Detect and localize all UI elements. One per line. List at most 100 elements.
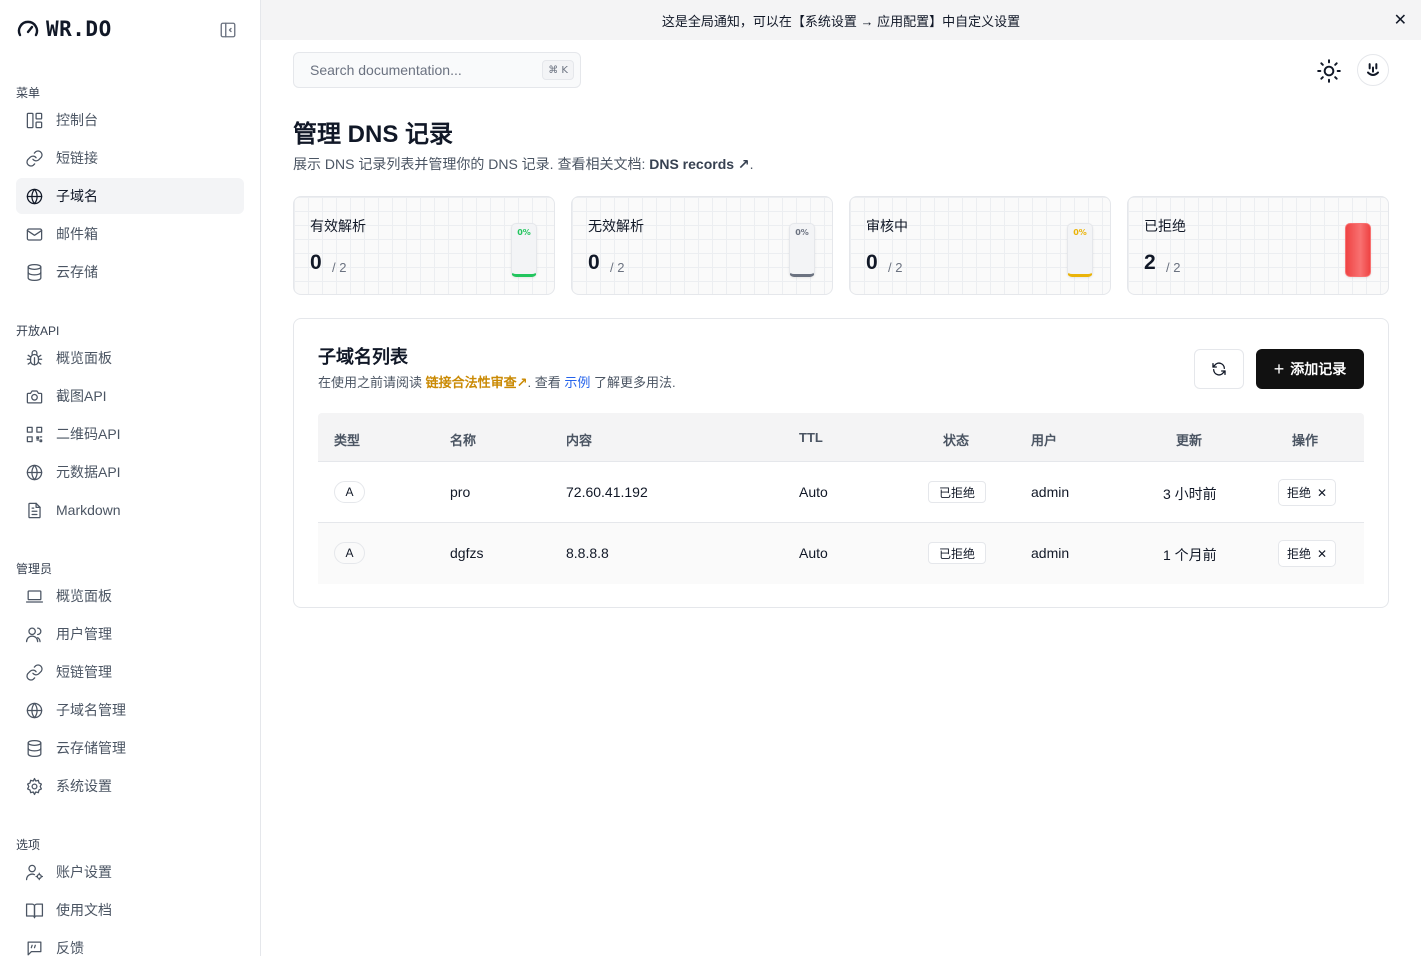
sidebar-item-label: 反馈 bbox=[56, 940, 84, 956]
close-icon[interactable]: ✕ bbox=[1394, 10, 1407, 30]
stat-value: 0 bbox=[588, 251, 600, 274]
column-header-type: 类型 bbox=[334, 433, 361, 448]
sidebar-item-label: 云存储管理 bbox=[56, 740, 126, 756]
table-row: A pro 72.60.41.192 Auto 已拒绝 admin 3 小时前 … bbox=[318, 462, 1364, 523]
status-badge: 已拒绝 bbox=[928, 481, 987, 503]
stat-label: 已拒绝 bbox=[1144, 218, 1186, 234]
subdomain-list-card: 子域名列表 在使用之前请阅读 链接合法性审查↗. 查看 示例 了解更多用法. +… bbox=[293, 318, 1389, 608]
column-header-name: 名称 bbox=[450, 433, 477, 448]
sidebar-item-subdomains[interactable]: 子域名 bbox=[16, 178, 244, 214]
section-title-admin: 管理员 bbox=[16, 562, 53, 576]
sidebar-item-docs[interactable]: 使用文档 bbox=[16, 892, 244, 928]
column-header-user: 用户 bbox=[1031, 433, 1058, 448]
theme-toggle-sun-icon[interactable] bbox=[1316, 58, 1342, 84]
sidebar-item-label: 邮件箱 bbox=[56, 226, 98, 242]
reject-button[interactable]: 拒绝 ✕ bbox=[1278, 479, 1337, 506]
sidebar-item-storage-management[interactable]: 云存储管理 bbox=[16, 730, 244, 766]
sidebar-item-dashboard[interactable]: 控制台 bbox=[16, 102, 244, 138]
qrcode-icon bbox=[24, 424, 44, 444]
column-header-content: 内容 bbox=[566, 433, 593, 448]
record-ttl: Auto bbox=[799, 484, 828, 500]
page-desc-suffix: . bbox=[749, 156, 754, 172]
add-record-label: 添加记录 bbox=[1290, 361, 1347, 377]
sidebar-item-markdown[interactable]: Markdown bbox=[16, 492, 244, 528]
globe-icon bbox=[24, 462, 44, 482]
stat-level-cylinder bbox=[1345, 223, 1371, 277]
sidebar-item-storage[interactable]: 云存储 bbox=[16, 254, 244, 290]
example-link[interactable]: 示例 bbox=[564, 375, 590, 390]
reject-button[interactable]: 拒绝 ✕ bbox=[1278, 540, 1337, 567]
stat-level-cylinder: 0% bbox=[511, 223, 537, 277]
section-title-menu: 菜单 bbox=[16, 86, 41, 100]
sidebar-item-label: 使用文档 bbox=[56, 902, 112, 918]
bug-icon bbox=[24, 348, 44, 368]
camera-icon bbox=[24, 386, 44, 406]
globe-icon bbox=[24, 186, 44, 206]
refresh-button[interactable] bbox=[1194, 349, 1244, 389]
column-header-status: 状态 bbox=[943, 433, 970, 448]
sidebar-item-feedback[interactable]: 反馈 bbox=[16, 930, 244, 956]
sidebar-item-label: 二维码API bbox=[56, 426, 121, 442]
sidebar-item-api-overview[interactable]: 概览面板 bbox=[16, 340, 244, 376]
status-badge: 已拒绝 bbox=[928, 542, 987, 564]
dns-records-doc-link[interactable]: DNS records ↗ bbox=[649, 156, 749, 172]
sidebar-item-short-links[interactable]: 短链接 bbox=[16, 140, 244, 176]
sidebar-item-screenshot-api[interactable]: 截图API bbox=[16, 378, 244, 414]
record-content: 8.8.8.8 bbox=[566, 545, 609, 561]
record-name: dgfzs bbox=[450, 545, 484, 561]
record-updated: 1 个月前 bbox=[1163, 547, 1217, 563]
stat-label: 有效解析 bbox=[310, 218, 366, 234]
database-icon bbox=[24, 262, 44, 282]
sidebar-item-label: 元数据API bbox=[56, 464, 121, 480]
section-title-options: 选项 bbox=[16, 838, 41, 852]
logo[interactable]: WR.DO bbox=[16, 17, 112, 41]
sidebar-item-mailbox[interactable]: 邮件箱 bbox=[16, 216, 244, 252]
sidebar-item-label: 子域名 bbox=[56, 188, 98, 204]
gear-icon bbox=[24, 776, 44, 796]
table-desc-text: 在使用之前请阅读 bbox=[318, 375, 426, 390]
global-notice-bar: 这是全局通知，可以在【系统设置 → 应用配置】中自定义设置 ✕ bbox=[261, 0, 1421, 40]
table-title: 子域名列表 bbox=[318, 347, 408, 367]
plus-icon: + bbox=[1273, 359, 1285, 379]
search-input[interactable]: Search documentation... ⌘ K bbox=[293, 52, 581, 88]
laptop-icon bbox=[24, 586, 44, 606]
table-desc-text: 了解更多用法. bbox=[590, 375, 676, 390]
globe-icon bbox=[24, 700, 44, 720]
sidebar-item-label: 用户管理 bbox=[56, 626, 112, 642]
page-title: 管理 DNS 记录 bbox=[293, 121, 454, 148]
table-row: A dgfzs 8.8.8.8 Auto 已拒绝 admin 1 个月前 拒绝 … bbox=[318, 523, 1364, 584]
sidebar-item-link-management[interactable]: 短链管理 bbox=[16, 654, 244, 690]
column-header-updated: 更新 bbox=[1176, 433, 1203, 448]
stat-value: 0 bbox=[310, 251, 322, 274]
sidebar-item-system-settings[interactable]: 系统设置 bbox=[16, 768, 244, 804]
stat-total: / 2 bbox=[610, 260, 625, 275]
sidebar-item-qrcode-api[interactable]: 二维码API bbox=[16, 416, 244, 452]
sidebar-item-label: 截图API bbox=[56, 388, 107, 404]
record-user: admin bbox=[1031, 545, 1070, 561]
table-description: 在使用之前请阅读 链接合法性审查↗. 查看 示例 了解更多用法. bbox=[318, 372, 676, 391]
record-type-badge: A bbox=[334, 481, 365, 503]
add-record-button[interactable]: + 添加记录 bbox=[1256, 349, 1364, 389]
stat-label: 审核中 bbox=[866, 218, 908, 234]
stat-label: 无效解析 bbox=[588, 218, 644, 234]
legal-review-link[interactable]: 链接合法性审查↗ bbox=[426, 375, 528, 390]
sidebar-collapse-icon[interactable] bbox=[219, 21, 237, 39]
record-user: admin bbox=[1031, 484, 1070, 500]
sidebar-item-subdomain-management[interactable]: 子域名管理 bbox=[16, 692, 244, 728]
mail-icon bbox=[24, 224, 44, 244]
sidebar-item-account-settings[interactable]: 账户设置 bbox=[16, 854, 244, 890]
sidebar-item-user-management[interactable]: 用户管理 bbox=[16, 616, 244, 652]
stat-card-active: 有效解析 0 / 2 0% bbox=[293, 196, 555, 295]
stat-total: / 2 bbox=[888, 260, 903, 275]
sidebar-item-label: 概览面板 bbox=[56, 588, 112, 604]
stat-percent: 0% bbox=[795, 228, 809, 237]
sidebar-item-admin-overview[interactable]: 概览面板 bbox=[16, 578, 244, 614]
sidebar: WR.DO 菜单 开放API 管理员 选项 控制台 短链接 子域名 邮件箱 云存… bbox=[0, 0, 261, 956]
user-avatar[interactable] bbox=[1357, 54, 1389, 86]
users-icon bbox=[24, 624, 44, 644]
column-header-actions: 操作 bbox=[1292, 433, 1319, 448]
sidebar-item-metadata-api[interactable]: 元数据API bbox=[16, 454, 244, 490]
sidebar-item-label: 概览面板 bbox=[56, 350, 112, 366]
database-icon bbox=[24, 738, 44, 758]
message-icon bbox=[24, 938, 44, 956]
